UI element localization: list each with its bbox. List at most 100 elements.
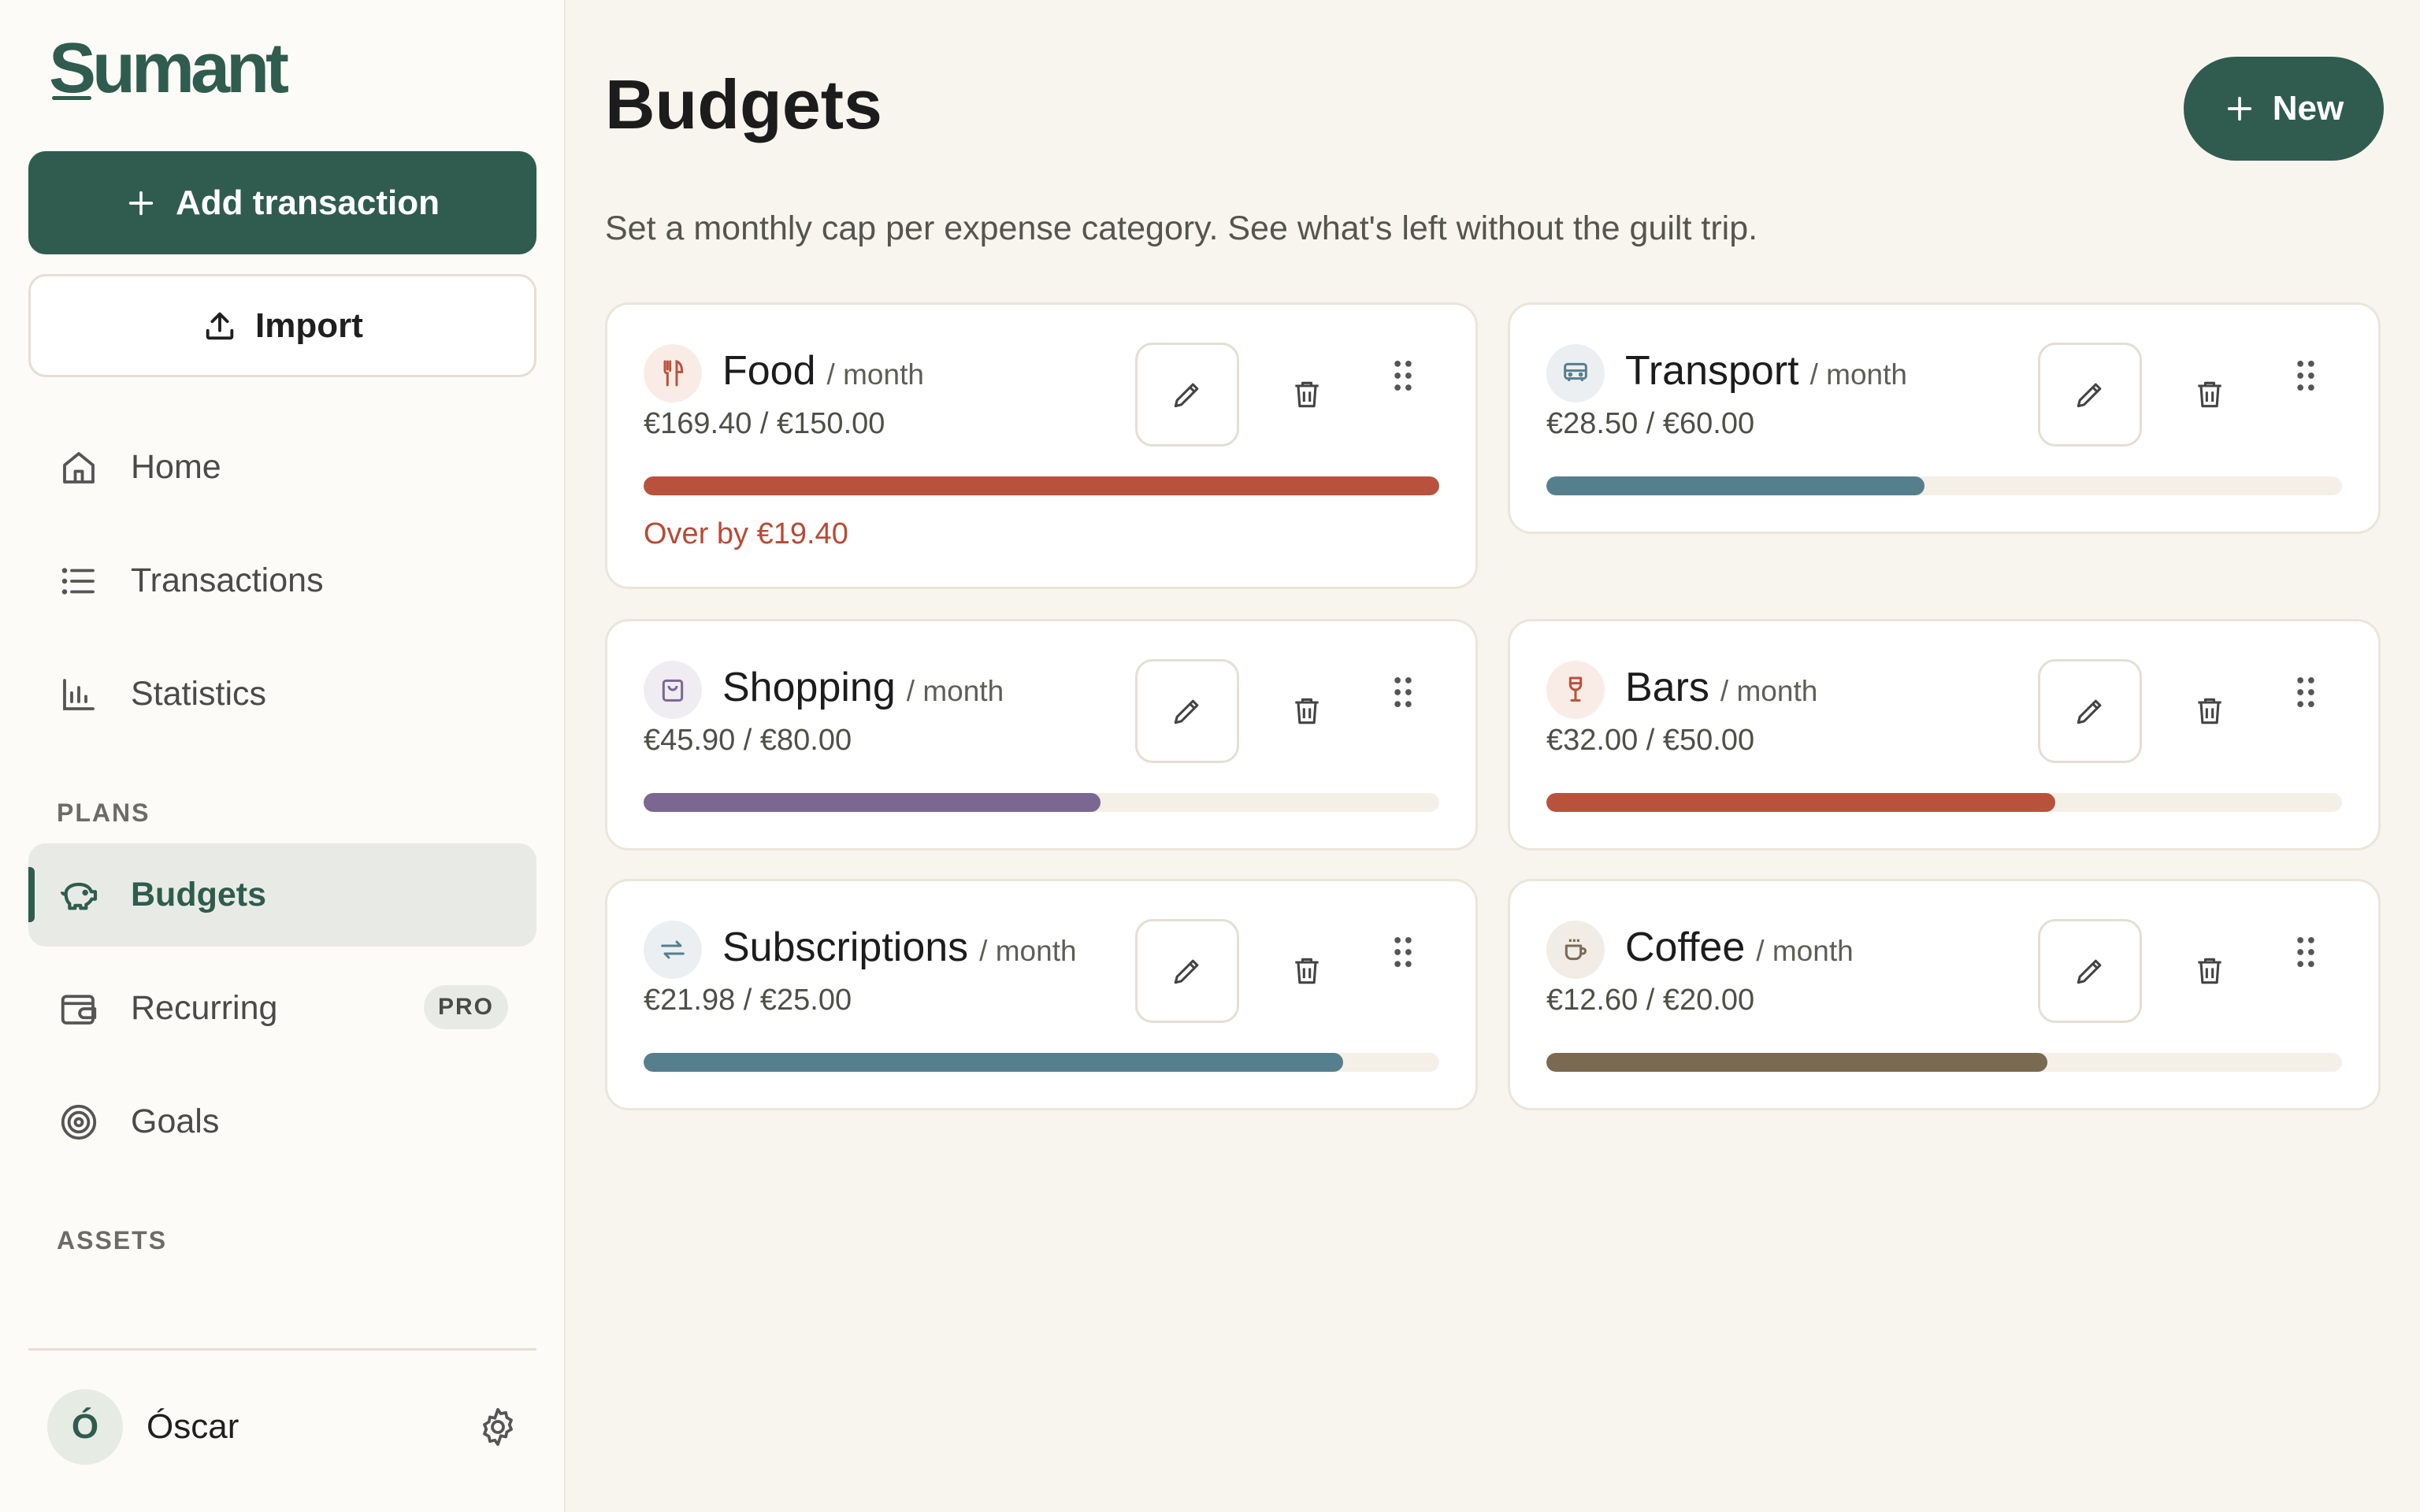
nav-item-goals[interactable]: Goals: [28, 1070, 536, 1173]
budget-card: Coffee / month €12.60 / €20.00: [1508, 879, 2381, 1110]
page-title: Budgets: [605, 65, 882, 143]
delete-button[interactable]: [1255, 659, 1359, 763]
budget-period: / month: [1720, 675, 1818, 707]
edit-button[interactable]: [1135, 343, 1239, 447]
nav-item-label: Budgets: [131, 876, 266, 914]
budget-card: Subscriptions / month €21.98 / €25.00: [605, 879, 1478, 1110]
nav-item-label: Statistics: [131, 675, 267, 713]
budget-name: Shopping / month: [722, 664, 1004, 711]
drag-handle[interactable]: [1387, 669, 1419, 716]
coffee-cup-icon: [1546, 921, 1605, 979]
edit-button[interactable]: [2038, 343, 2142, 447]
budget-period: / month: [1809, 358, 1907, 391]
nav-item-transactions[interactable]: Transactions: [28, 529, 536, 632]
progress-track: [1546, 1053, 2342, 1072]
import-label: Import: [255, 306, 363, 345]
import-button[interactable]: Import: [28, 274, 536, 377]
budget-name-text: Bars: [1625, 665, 1709, 710]
trash-icon: [1295, 958, 1319, 984]
budget-amount: €169.40 / €150.00: [644, 407, 885, 440]
budget-name: Food / month: [722, 347, 924, 395]
progress-fill: [1546, 476, 1924, 495]
grip-icon: [1394, 677, 1412, 707]
utensils-icon: [644, 344, 702, 402]
edit-button[interactable]: [1135, 919, 1239, 1023]
drag-handle[interactable]: [2290, 352, 2322, 399]
budget-period: / month: [979, 935, 1077, 967]
gear-icon[interactable]: [476, 1405, 520, 1449]
progress-fill: [644, 476, 1439, 495]
pro-badge: PRO: [423, 985, 508, 1029]
drag-handle[interactable]: [2290, 928, 2322, 976]
pencil-icon: [2077, 383, 2102, 408]
user-name: Óscar: [147, 1407, 239, 1446]
page-subtitle: Set a monthly cap per expense category. …: [605, 209, 1758, 247]
budget-period: / month: [906, 675, 1004, 707]
trash-icon: [2198, 381, 2221, 408]
pencil-icon: [1174, 383, 1199, 408]
edit-button[interactable]: [1135, 659, 1239, 763]
nav-item-budgets[interactable]: Budgets: [28, 843, 536, 947]
user-profile[interactable]: Ó Óscar: [47, 1389, 520, 1465]
add-transaction-label: Add transaction: [176, 183, 440, 222]
edit-button[interactable]: [2038, 919, 2142, 1023]
nav-item-recurring[interactable]: Recurring PRO: [28, 957, 536, 1060]
over-budget-text: Over by €19.40: [644, 517, 848, 550]
progress-track: [644, 476, 1439, 495]
main-content: Budgets New Set a monthly cap per expens…: [566, 0, 2420, 1512]
budget-name-text: Subscriptions: [722, 925, 969, 970]
grip-icon: [2297, 677, 2314, 707]
shopping-bag-icon: [644, 661, 702, 719]
budget-card: Transport / month €28.50 / €60.00: [1508, 302, 2381, 534]
add-transaction-button[interactable]: Add transaction: [28, 151, 536, 254]
progress-track: [644, 793, 1439, 812]
progress-fill: [644, 793, 1101, 812]
budget-card: Shopping / month €45.90 / €80.00: [605, 619, 1478, 850]
nav-item-home[interactable]: Home: [28, 416, 536, 519]
budget-name: Coffee / month: [1625, 924, 1854, 971]
new-budget-button[interactable]: New: [2184, 57, 2384, 161]
plans-heading: PLANS: [57, 799, 150, 827]
drag-handle[interactable]: [2290, 669, 2322, 716]
trash-icon: [2198, 698, 2221, 724]
edit-button[interactable]: [2038, 659, 2142, 763]
pencil-icon: [1174, 699, 1199, 724]
home-icon: [57, 446, 101, 490]
trash-icon: [2198, 958, 2221, 984]
budget-name: Bars / month: [1625, 664, 1817, 711]
bar-chart-icon: [57, 673, 101, 717]
drag-handle[interactable]: [1387, 928, 1419, 976]
sidebar: Sumant Add transaction Import Home Trans…: [0, 0, 566, 1512]
nav-item-statistics[interactable]: Statistics: [28, 643, 536, 746]
sidebar-divider: [28, 1348, 536, 1351]
app-logo[interactable]: Sumant: [49, 28, 289, 109]
grip-icon: [2297, 361, 2314, 391]
upload-icon: [206, 312, 234, 339]
grip-icon: [1394, 937, 1412, 967]
nav-item-label: Recurring: [131, 989, 278, 1027]
delete-button[interactable]: [1255, 919, 1359, 1023]
repeat-icon: [644, 921, 702, 979]
budget-amount: €45.90 / €80.00: [644, 724, 852, 757]
drag-handle[interactable]: [1387, 352, 1419, 399]
budget-name: Subscriptions / month: [722, 924, 1077, 971]
budget-card: Bars / month €32.00 / €50.00: [1508, 619, 2381, 850]
delete-button[interactable]: [2158, 659, 2262, 763]
piggy-bank-icon: [57, 873, 101, 917]
delete-button[interactable]: [2158, 919, 2262, 1023]
progress-fill: [1546, 793, 2056, 812]
budget-amount: €12.60 / €20.00: [1546, 984, 1755, 1017]
trash-icon: [1295, 698, 1319, 724]
plus-icon: [2227, 96, 2251, 121]
grip-icon: [1394, 361, 1412, 391]
progress-fill: [1546, 1053, 2048, 1072]
nav-item-label: Goals: [131, 1102, 220, 1140]
wallet-icon: [57, 987, 101, 1031]
progress-track: [644, 1053, 1439, 1072]
budget-name-text: Transport: [1625, 348, 1799, 394]
budget-name-text: Coffee: [1625, 925, 1746, 970]
progress-track: [1546, 476, 2342, 495]
nav-item-label: Home: [131, 448, 221, 486]
delete-button[interactable]: [1255, 343, 1359, 447]
delete-button[interactable]: [2158, 343, 2262, 447]
